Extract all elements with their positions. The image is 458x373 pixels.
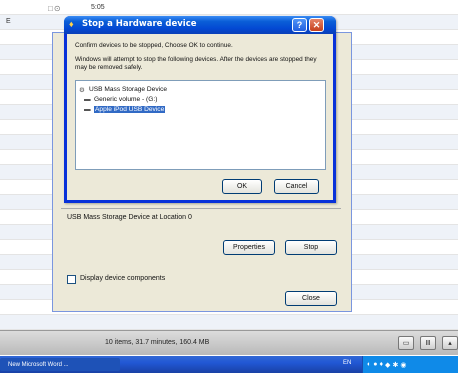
language-indicator[interactable]: EN (343, 360, 351, 366)
device-list-item[interactable]: ▬ Generic volume - (G:) (84, 95, 157, 104)
safely-remove-icon[interactable]: ♦ (379, 361, 383, 368)
windows-taskbar: New Microsoft Word ... EN ◐ ● ♦ ◆ ✱ ◉ (0, 356, 458, 373)
speaker-icon[interactable]: ◐ (367, 361, 371, 368)
hardware-icon: ♦ (69, 19, 74, 29)
system-tray: ◐ ● ♦ ◆ ✱ ◉ (362, 356, 458, 373)
drive-icon: ▬ (84, 106, 91, 113)
device-label: Generic volume - (G:) (94, 96, 158, 103)
properties-button[interactable]: Properties (223, 240, 275, 255)
ok-button[interactable]: OK (222, 179, 262, 194)
display-components-checkbox[interactable] (67, 275, 76, 284)
close-icon[interactable]: ✕ (309, 18, 324, 32)
warning-text: Windows will attempt to stop the followi… (75, 56, 317, 71)
close-button[interactable]: Close (285, 291, 337, 306)
device-label: USB Mass Storage Device (89, 86, 168, 93)
drive-icon: ▬ (84, 96, 91, 103)
stop-hardware-dialog: ♦ Stop a Hardware device ? ✕ Confirm dev… (64, 16, 336, 203)
display-components-label[interactable]: Display device components (80, 275, 165, 282)
dialog-title: Stop a Hardware device (82, 19, 197, 29)
cancel-button[interactable]: Cancel (274, 179, 319, 194)
device-label: Apple iPod USB Device (94, 106, 166, 113)
track-time: 5:05 (91, 4, 105, 11)
device-list-item[interactable]: ▬ Apple iPod USB Device (84, 105, 166, 114)
update-icon[interactable]: ◉ (400, 361, 406, 369)
visualizer-icon[interactable]: Ⅲ (420, 336, 436, 350)
device-list-item[interactable]: ⚙ USB Mass Storage Device (79, 85, 167, 94)
antivirus-icon[interactable]: ✱ (392, 361, 398, 369)
truncated-column-text: E (6, 18, 11, 25)
row-status-icons: □⊙ (48, 4, 62, 13)
list-row[interactable] (0, 0, 458, 15)
stop-button[interactable]: Stop (285, 240, 337, 255)
confirm-instruction: Confirm devices to be stopped, Choose OK… (75, 42, 233, 49)
library-summary: 10 items, 31.7 minutes, 160.4 MB (105, 339, 210, 346)
usb-device-icon: ⚙ (79, 86, 85, 94)
status-bar: 10 items, 31.7 minutes, 160.4 MB ▭ Ⅲ ▴ (0, 330, 458, 355)
device-list[interactable]: ⚙ USB Mass Storage Device ▬ Generic volu… (75, 80, 326, 170)
shield-icon[interactable]: ◆ (385, 361, 390, 369)
help-icon[interactable]: ? (292, 18, 307, 32)
eject-icon[interactable]: ▴ (442, 336, 458, 350)
taskbar-word-button[interactable]: New Microsoft Word ... (0, 358, 120, 371)
browse-view-icon[interactable]: ▭ (398, 336, 414, 350)
device-location-text: USB Mass Storage Device at Location 0 (67, 214, 192, 221)
list-row[interactable] (0, 315, 458, 330)
dialog-titlebar[interactable]: ♦ Stop a Hardware device ? ✕ (64, 16, 336, 34)
network-icon[interactable]: ● (373, 361, 377, 368)
